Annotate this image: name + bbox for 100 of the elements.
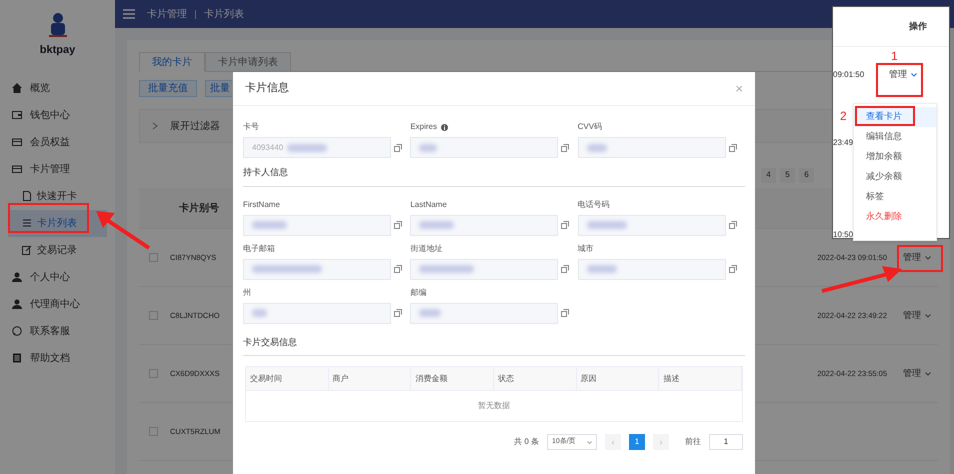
blurred-value [287,144,328,152]
input-field[interactable] [410,137,558,158]
input-field[interactable] [243,214,391,236]
page-input[interactable]: 1 [709,434,743,450]
blurred-value [586,144,607,152]
logo-text: bktpay [40,43,76,58]
person-icon [12,272,22,282]
copy-icon [561,309,570,317]
toolbar-button[interactable]: 批量充值 [139,80,197,97]
tab[interactable]: 卡片申请列表 [205,52,291,72]
caret-icon [911,73,917,77]
wallet-icon [12,110,22,120]
sidebar-item[interactable]: 概览 [0,74,115,102]
field-label: CVV码 [578,121,602,133]
sidebar-item[interactable]: 代理商中心 [0,290,115,318]
empty-message: 暂无数据 [478,400,510,412]
field-label: FirstName [243,198,280,210]
copy-icon [561,144,570,152]
page-button[interactable]: 4 [761,168,776,182]
input-field[interactable] [578,214,726,236]
copy-icon [394,221,402,229]
sidebar-item[interactable]: 卡片管理 [0,156,115,182]
sidebar-subitem[interactable]: 快速开卡 [0,182,115,210]
sidebar-item[interactable]: 个人中心 [0,264,115,290]
copy-icon [728,221,737,229]
input-field[interactable] [578,137,726,158]
field-label: 州 [243,286,251,298]
copy-icon [394,144,402,152]
blurred-value [419,144,438,152]
sidebar-item[interactable]: 帮助文档 [0,344,115,372]
menu-item[interactable]: 编辑信息 [854,127,936,147]
caret-icon [925,314,931,318]
blurred-value [252,265,322,273]
blurred-value [252,309,267,317]
field-label: 电子邮箱 [243,242,275,254]
input-field[interactable] [410,258,558,280]
caret-icon [587,440,592,444]
menu-item[interactable]: 增加余额 [854,147,936,167]
table-cell: 09:01:50 [833,69,864,81]
row-checkbox[interactable] [149,369,158,378]
column-header: 交易时间 [246,367,329,390]
document-icon [12,353,22,363]
copy-icon [394,309,402,317]
chevron-icon [152,122,158,130]
column-header: 状态 [494,367,577,390]
list-icon [22,218,32,228]
copy-icon [394,265,402,273]
input-field[interactable] [410,302,558,324]
field-label: 邮编 [410,286,426,298]
highlight-frame [897,245,943,272]
manage-dropdown[interactable]: 管理 [903,366,931,380]
manage-dropdown[interactable]: 管理 [889,68,917,82]
page-button[interactable]: 1 [629,434,645,450]
highlight-frame [855,106,915,126]
blurred-value [586,265,617,273]
column-header: 描述 [659,367,742,390]
column-header: 消费金额 [411,367,494,390]
sidebar-item[interactable]: 钱包中心 [0,102,115,128]
page-button[interactable]: 6 [799,168,814,182]
filter-toggle[interactable]: 展开过滤器 [170,118,220,134]
field-label: LastName [410,198,447,210]
row-checkbox[interactable] [149,253,158,262]
goto-label: 前往 [685,436,701,448]
menu-icon [123,9,135,19]
step-number: 2 [840,110,847,122]
menu-item[interactable]: 标签 [854,187,936,207]
manage-dropdown[interactable]: 管理 [903,308,931,322]
column-header: 卡片别号 [179,202,219,216]
input-field[interactable] [578,258,726,280]
sidebar-subitem[interactable]: 交易记录 [0,236,115,264]
menu-item[interactable]: 减少余额 [854,167,936,187]
caret-icon [925,372,931,376]
blurred-value [419,309,442,317]
document-icon [22,191,32,201]
sidebar-item[interactable]: 联系客服 [0,318,115,344]
blurred-value [586,221,627,229]
input-field[interactable] [410,214,558,236]
breadcrumb-link[interactable]: 卡片列表 [204,6,244,22]
row-checkbox[interactable] [149,311,158,320]
input-field[interactable] [243,258,391,280]
blurred-value [419,265,474,273]
step-number: 1 [891,50,898,62]
manage-dropdown[interactable]: 管理 [903,250,931,264]
tab[interactable]: 我的卡片 [139,52,205,72]
field-label: Expires [410,121,438,133]
copy-icon [728,144,737,152]
sidebar-item[interactable]: 会员权益 [0,128,115,156]
person-icon [12,299,22,309]
chat-icon [12,326,22,336]
breadcrumb-link[interactable]: 卡片管理 [147,6,187,22]
menu-item[interactable]: 永久删除 [854,207,936,227]
row-checkbox[interactable] [149,427,158,436]
toolbar-button[interactable]: 批量 [205,80,232,97]
input-field[interactable] [243,302,391,324]
section-title: 持卡人信息 [243,166,289,179]
field-label: 电话号码 [578,198,610,210]
table-cell-text: 10:50: [833,229,856,241]
highlight-frame [876,63,923,97]
copy-icon [728,265,737,273]
page-button[interactable]: 5 [780,168,795,182]
